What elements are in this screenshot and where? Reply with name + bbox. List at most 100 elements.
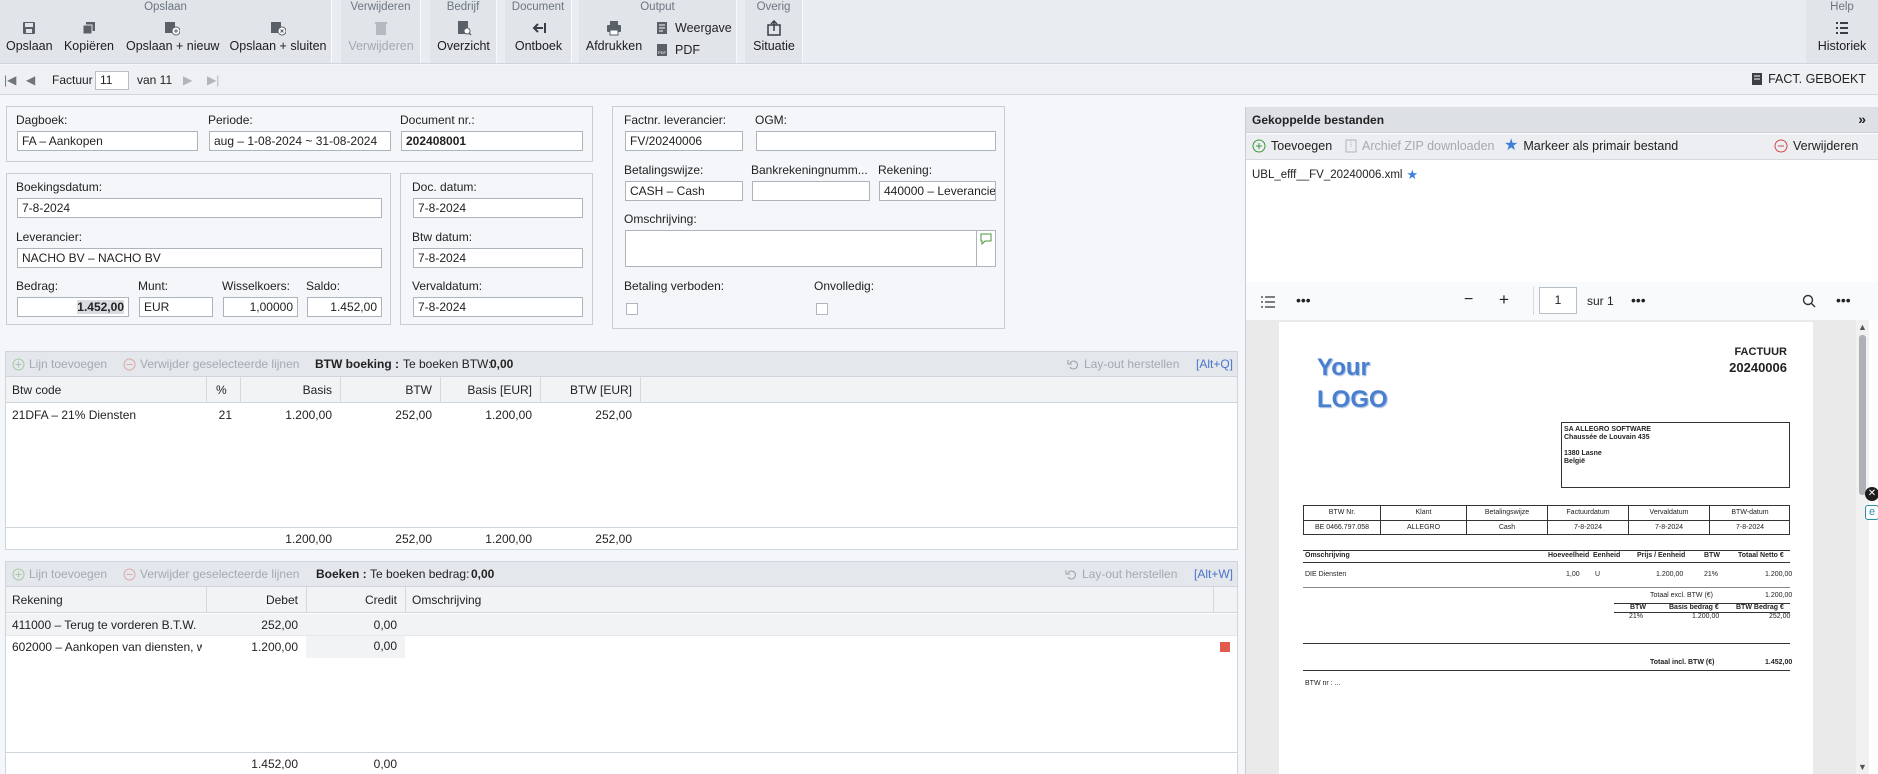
column-header[interactable]: Debet: [211, 590, 298, 610]
column-header[interactable]: Basis: [246, 380, 332, 400]
view-button[interactable]: Weergave: [655, 18, 732, 38]
unbook-button[interactable]: Ontboek: [509, 18, 568, 60]
column-header[interactable]: Omschrijving: [412, 590, 481, 610]
document-date-field[interactable]: 7-8-2024: [413, 198, 583, 218]
search-icon[interactable]: [1802, 294, 1816, 308]
exchange-rate-label: Wisselkoers:: [222, 279, 291, 293]
table-cell: 1.200,00: [485, 408, 532, 422]
first-record-icon[interactable]: |◀: [4, 73, 16, 87]
total-cell: 1.200,00: [485, 532, 532, 546]
booking-date-field[interactable]: 7-8-2024: [17, 198, 382, 218]
situation-button[interactable]: Situatie: [749, 18, 799, 60]
column-header[interactable]: %: [216, 380, 227, 400]
overview-button[interactable]: Overzicht: [434, 18, 493, 60]
payment-blocked-checkbox[interactable]: [626, 303, 638, 315]
edge-extension-icon[interactable]: e: [1865, 505, 1878, 520]
history-button[interactable]: Historiek: [1810, 18, 1874, 60]
vat-to-book-label: Te boeken BTW:: [403, 357, 492, 371]
total-incl-label: Totaal incl. BTW (€): [1650, 659, 1715, 666]
vat-add-line-button[interactable]: Lijn toevoegen: [12, 357, 107, 371]
zoom-out-icon[interactable]: −: [1464, 291, 1473, 309]
menu-icon[interactable]: •••: [1836, 292, 1851, 308]
period-field[interactable]: aug – 1-08-2024 ~ 31-08-2024: [209, 131, 391, 151]
booking-reset-layout-button[interactable]: Lay-out herstellen: [1065, 567, 1177, 581]
column-header[interactable]: BTW: [346, 380, 432, 400]
pdf-button[interactable]: PDF PDF: [655, 40, 700, 60]
pdf-viewer-toolbar: ••• − + 1 sur 1 ••• •••: [1246, 282, 1878, 320]
delete-button[interactable]: Verwijderen: [345, 18, 417, 60]
column-header[interactable]: BTW [EUR]: [546, 380, 632, 400]
booking-add-line-button[interactable]: Lijn toevoegen: [12, 567, 107, 581]
collapse-panel-icon[interactable]: »: [1858, 111, 1866, 127]
sidebar-toggle-icon[interactable]: [1260, 296, 1276, 308]
supplier-invoice-panel: Factnr. leverancier: FV/20240006 OGM: Be…: [612, 106, 1005, 329]
copy-button[interactable]: Kopiëren: [62, 18, 116, 60]
pdf-viewer[interactable]: Your LOGO FACTUUR 20240006 SA ALLEGRO SO…: [1246, 320, 1856, 774]
file-list-item[interactable]: UBL_efff__FV_20240006.xml ★: [1252, 167, 1418, 183]
column-header[interactable]: Rekening: [12, 590, 63, 610]
ogm-field[interactable]: [756, 131, 996, 151]
line-value: DIE Diensten: [1305, 571, 1347, 578]
next-record-icon[interactable]: ▶: [183, 73, 192, 87]
account-field[interactable]: 440000 – Leverancie: [879, 181, 996, 201]
undo-icon: [1065, 569, 1076, 579]
header-value: ALLEGRO: [1406, 524, 1441, 531]
save-button[interactable]: Opslaan: [6, 18, 53, 60]
booking-date-label: Boekingsdatum:: [16, 180, 103, 194]
more-tools-icon[interactable]: •••: [1631, 292, 1646, 308]
vat-delete-lines-button[interactable]: Verwijder geselecteerde lijnen: [123, 357, 299, 371]
vat-date-field[interactable]: 7-8-2024: [413, 248, 583, 268]
booking-to-book-label: Te boeken bedrag:: [370, 567, 470, 581]
page-number-input[interactable]: 1: [1539, 287, 1577, 314]
description-field[interactable]: [625, 230, 977, 267]
table-row[interactable]: 602000 – Aankopen van diensten, w... 1.2…: [6, 636, 1237, 658]
status-text: FACT. GEBOEKT: [1768, 72, 1866, 86]
balance-field[interactable]: 1.452,00: [307, 297, 382, 317]
scroll-down-icon[interactable]: ▼: [1858, 762, 1867, 772]
due-date-field[interactable]: 7-8-2024: [413, 297, 583, 317]
save-close-button[interactable]: Opslaan + sluiten: [228, 18, 328, 60]
vat-grid-title: BTW boeking :: [315, 357, 399, 371]
download-zip-button[interactable]: Archief ZIP downloaden: [1345, 139, 1495, 153]
table-cell: 0,00: [306, 636, 405, 658]
save-new-button[interactable]: Opslaan + nieuw: [126, 18, 219, 60]
bank-account-field[interactable]: [752, 181, 870, 201]
journal-field[interactable]: FA – Aankopen: [17, 131, 198, 151]
line-header: Hoeveelheid: [1548, 552, 1590, 559]
address-box: SA ALLEGRO SOFTWARE Chaussée de Louvain …: [1561, 422, 1790, 488]
booking-delete-lines-button[interactable]: Verwijder geselecteerde lijnen: [123, 567, 299, 581]
close-overlay-icon[interactable]: ✕: [1865, 487, 1878, 501]
row-error-icon[interactable]: [1220, 642, 1230, 652]
supplier-invoice-number-field[interactable]: FV/20240006: [625, 131, 743, 151]
vat-reset-layout-button[interactable]: Lay-out herstellen: [1067, 357, 1179, 371]
scrollbar-thumb[interactable]: [1859, 335, 1866, 495]
amount-label: Bedrag:: [16, 279, 59, 293]
pdf-scrollbar[interactable]: ▲ ▼: [1856, 320, 1869, 774]
column-header[interactable]: Btw code: [12, 380, 61, 400]
column-header[interactable]: Credit: [311, 590, 397, 610]
payment-method-field[interactable]: CASH – Cash: [625, 181, 743, 201]
supplier-field[interactable]: NACHO BV – NACHO BV: [17, 248, 382, 268]
print-button[interactable]: Afdrukken: [585, 18, 643, 60]
description-comment-button[interactable]: [976, 230, 996, 267]
total-cell: 1.200,00: [285, 532, 332, 546]
mark-primary-button[interactable]: ★ Markeer als primair bestand: [1504, 138, 1678, 154]
exchange-rate-field[interactable]: 1,00000: [223, 297, 298, 317]
table-row[interactable]: 21DFA – 21% Diensten 21 1.200,00 252,00 …: [6, 404, 640, 426]
scroll-up-icon[interactable]: ▲: [1858, 322, 1867, 332]
currency-field[interactable]: EUR: [139, 297, 213, 317]
amount-field[interactable]: 1.452,00: [17, 297, 129, 317]
vat-reset-layout-label: Lay-out herstellen: [1084, 357, 1180, 371]
delete-file-button[interactable]: Verwijderen: [1774, 139, 1858, 153]
column-header[interactable]: Basis [EUR]: [446, 380, 532, 400]
zoom-in-icon[interactable]: +: [1499, 290, 1509, 310]
last-record-icon[interactable]: ▶|: [207, 73, 219, 87]
record-number-input[interactable]: 11: [95, 71, 129, 90]
line-header: BTW: [1704, 552, 1720, 559]
previous-record-icon[interactable]: ◀: [26, 73, 35, 87]
table-row[interactable]: 411000 – Terug te vorderen B.T.W. 252,00…: [6, 614, 1237, 636]
more-options-icon[interactable]: •••: [1296, 292, 1311, 308]
incomplete-checkbox[interactable]: [816, 303, 828, 315]
document-number-field[interactable]: 202408001: [401, 131, 583, 151]
add-file-button[interactable]: Toevoegen: [1252, 139, 1332, 153]
